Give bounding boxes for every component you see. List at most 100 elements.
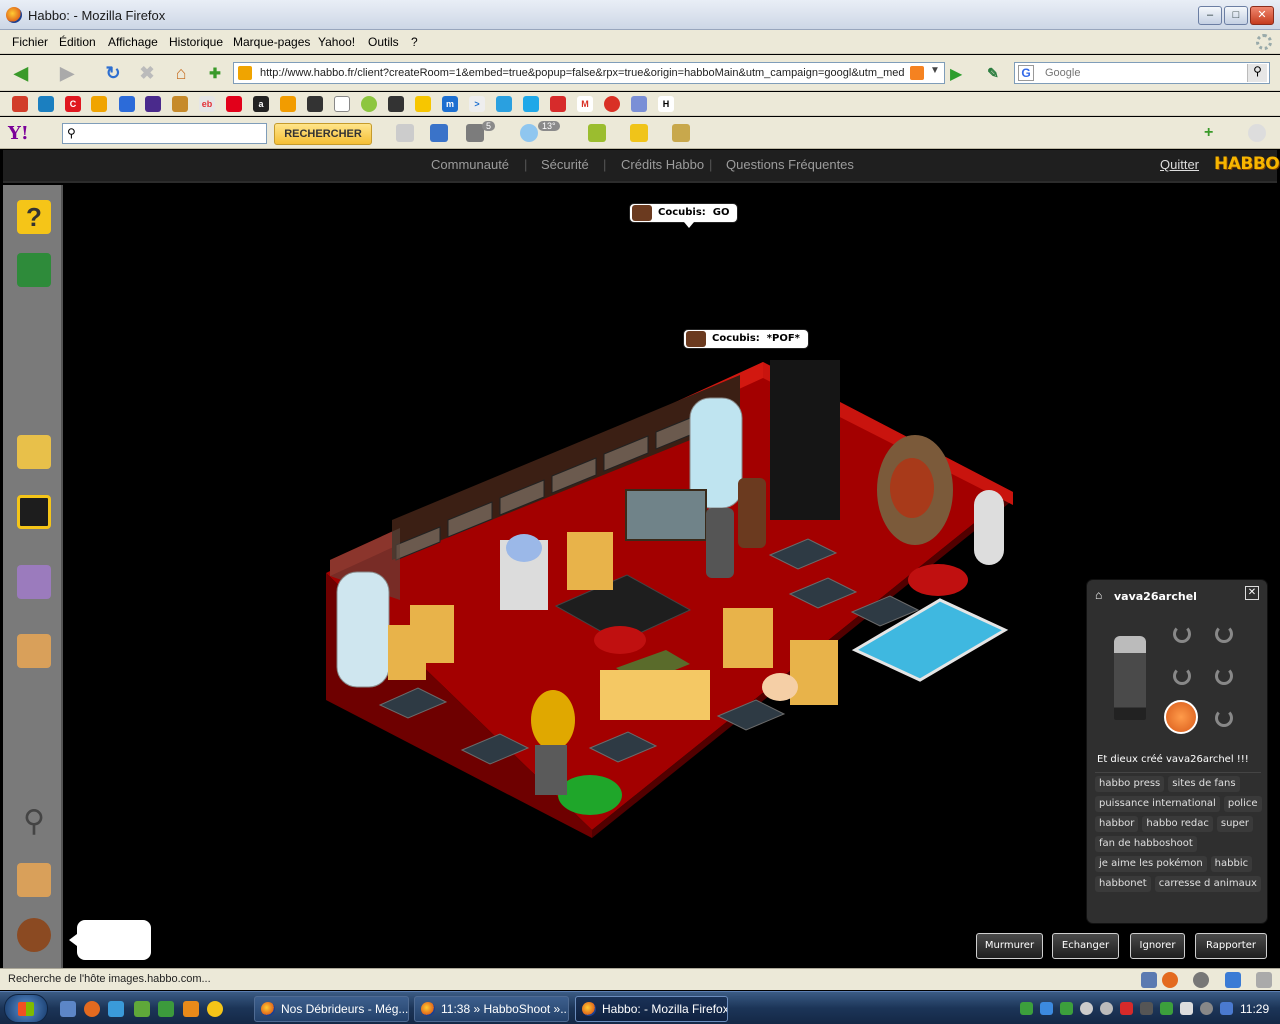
show-desktop-icon[interactable] xyxy=(60,1001,76,1017)
tray-icon[interactable] xyxy=(1120,1002,1133,1015)
chat-text: *POF* xyxy=(766,333,800,344)
user-avatar xyxy=(1114,636,1146,720)
habbo-sidebar: ? ⚲ xyxy=(3,185,63,968)
quicklaunch-icon[interactable] xyxy=(158,1001,174,1017)
grey-sofa xyxy=(625,489,707,541)
thumbs-up-icon[interactable] xyxy=(1164,700,1198,734)
quicklaunch-icon[interactable] xyxy=(108,1001,124,1017)
golden-table xyxy=(567,532,613,590)
user-info-panel: ⌂ vava26archel ✕ Et dieux créé vava26arc… xyxy=(1086,579,1268,924)
status-bar: Recherche de l'hôte images.habbo.com... xyxy=(0,968,1280,990)
badge-slot xyxy=(1215,709,1233,727)
quicklaunch-icon[interactable] xyxy=(183,1001,199,1017)
user-tag[interactable]: je aime les pokémon xyxy=(1095,856,1207,872)
user-tag[interactable]: habbo redac xyxy=(1142,816,1213,832)
taskbar-item[interactable]: Nos Débrideurs - Még... xyxy=(254,996,409,1022)
user-tag[interactable]: habbo press xyxy=(1095,776,1165,792)
report-button[interactable]: Rapporter xyxy=(1195,933,1267,959)
user-tag[interactable]: habbor xyxy=(1095,816,1139,832)
tray-icon[interactable] xyxy=(1040,1002,1053,1015)
user-tag[interactable]: police xyxy=(1223,796,1262,812)
firefox-icon xyxy=(261,1002,275,1016)
avatar-cocubis xyxy=(738,478,766,548)
profile-avatar-icon[interactable] xyxy=(17,918,51,952)
red-beanbag xyxy=(908,564,968,596)
badge-slot xyxy=(1173,667,1191,685)
user-tag[interactable]: puissance international xyxy=(1095,796,1220,812)
hand-cursor-icon xyxy=(762,673,798,701)
taskbar: Nos Débrideurs - Még... 11:38 » HabboSho… xyxy=(0,991,1280,1024)
badge-slot xyxy=(1215,625,1233,643)
user-tag[interactable]: carresse d animaux xyxy=(1154,876,1261,892)
red-beanbag xyxy=(594,626,646,654)
status-icon[interactable] xyxy=(1193,972,1209,988)
stone-totem xyxy=(535,745,567,795)
user-tag[interactable]: habbic xyxy=(1210,856,1253,872)
exit-door-icon[interactable] xyxy=(17,253,51,287)
golden-table xyxy=(723,608,773,668)
volume-icon[interactable] xyxy=(1180,1002,1193,1015)
user-tag[interactable]: super xyxy=(1216,816,1254,832)
doorway xyxy=(770,360,840,520)
glass-tube-left xyxy=(336,571,390,688)
taskbar-item-label: Habbo: - Mozilla Firefox xyxy=(602,1002,728,1016)
chat-user: Cocubis: xyxy=(658,207,706,218)
egg-chair-inner xyxy=(890,458,934,518)
avatar-ninja xyxy=(706,508,734,578)
badge-slot xyxy=(1215,667,1233,685)
quicklaunch-icon[interactable] xyxy=(134,1001,150,1017)
user-motto: Et dieux créé vava26archel !!! xyxy=(1097,754,1249,765)
room-furni-icon[interactable] xyxy=(17,863,51,897)
close-icon[interactable]: ✕ xyxy=(1245,586,1259,600)
golden-table xyxy=(790,640,838,705)
divider xyxy=(1095,772,1261,773)
quicklaunch-icon[interactable] xyxy=(207,1001,223,1017)
chat-bubble: Cocubis: GO xyxy=(629,203,739,228)
gothic-arch xyxy=(974,490,1004,565)
zoom-magnifier-icon[interactable]: ⚲ xyxy=(17,805,51,839)
tray-icon[interactable] xyxy=(1160,1002,1173,1015)
start-button[interactable] xyxy=(4,994,48,1023)
navigator-hotel-icon[interactable] xyxy=(17,435,51,469)
chat-user: Cocubis: xyxy=(712,333,760,344)
tray-icon[interactable] xyxy=(1100,1002,1113,1015)
user-tag[interactable]: sites de fans xyxy=(1168,776,1240,792)
user-tag[interactable]: habbonet xyxy=(1095,876,1151,892)
clock: 11:29 xyxy=(1240,1002,1270,1016)
home-icon[interactable]: ⌂ xyxy=(1095,589,1107,601)
tray-icon[interactable] xyxy=(1020,1002,1033,1015)
green-beanbag xyxy=(558,775,622,815)
taskbar-item[interactable]: 11:38 » HabboShoot »... xyxy=(414,996,569,1022)
tray-icon[interactable] xyxy=(1220,1002,1233,1015)
tray-icon[interactable] xyxy=(1080,1002,1093,1015)
firefox-icon xyxy=(582,1002,596,1016)
ignore-button[interactable]: Ignorer xyxy=(1130,933,1185,959)
chat-bubble: Cocubis: *POF* xyxy=(683,329,809,349)
taskbar-item-label: 11:38 » HabboShoot »... xyxy=(441,1002,569,1016)
catalogue-icon[interactable] xyxy=(17,495,51,529)
help-icon[interactable]: ? xyxy=(17,200,51,234)
status-icon[interactable] xyxy=(1256,972,1272,988)
user-name: vava26archel xyxy=(1114,590,1197,603)
user-tag[interactable]: fan de habboshoot xyxy=(1095,836,1197,852)
chat-text: GO xyxy=(712,207,730,218)
whisper-button[interactable]: Murmurer xyxy=(976,933,1043,959)
golden-table xyxy=(410,605,454,663)
tray-icon[interactable] xyxy=(1140,1002,1153,1015)
status-icon[interactable] xyxy=(1225,972,1241,988)
taskbar-item-label: Nos Débrideurs - Még... xyxy=(281,1002,409,1016)
firefox-icon xyxy=(421,1002,435,1016)
events-icon[interactable] xyxy=(17,565,51,599)
tray-icon[interactable] xyxy=(1060,1002,1073,1015)
windows-logo-icon xyxy=(18,1002,34,1016)
chat-input[interactable] xyxy=(69,920,151,960)
status-icon[interactable] xyxy=(1141,972,1157,988)
firefox-icon[interactable] xyxy=(84,1001,100,1017)
taskbar-item[interactable]: Habbo: - Mozilla Firefox xyxy=(575,996,728,1022)
trade-button[interactable]: Echanger xyxy=(1052,933,1119,959)
badge-slot xyxy=(1173,625,1191,643)
tray-icon[interactable] xyxy=(1200,1002,1213,1015)
inventory-box-icon[interactable] xyxy=(17,634,51,668)
avatar-head-icon xyxy=(632,205,652,221)
firefox-status-icon[interactable] xyxy=(1162,972,1178,988)
